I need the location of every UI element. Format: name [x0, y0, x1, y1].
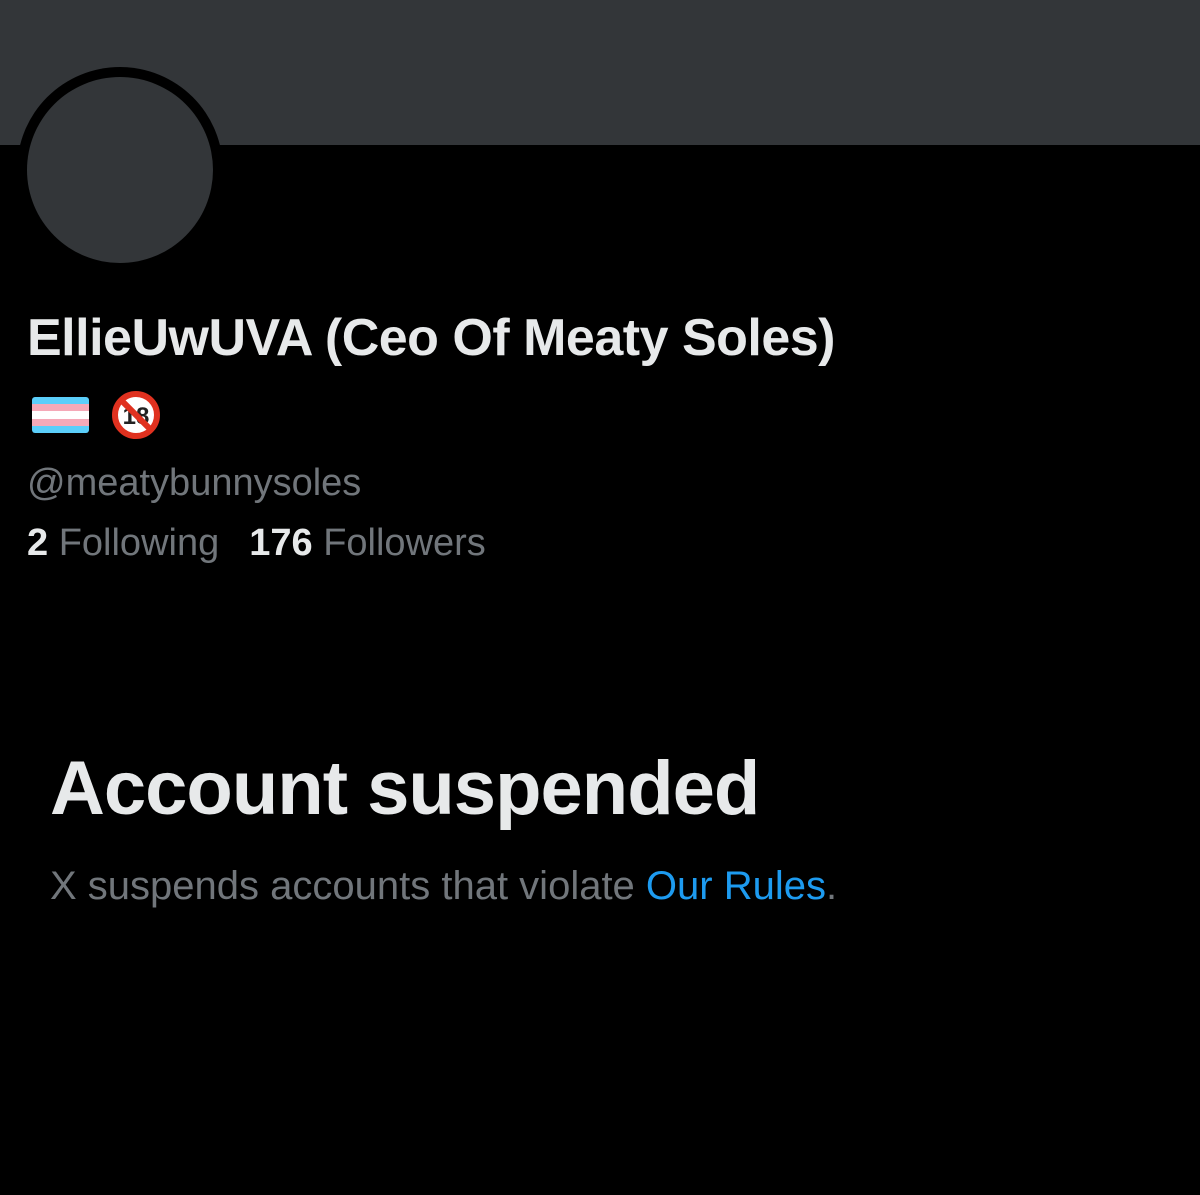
suspended-title: Account suspended [50, 746, 760, 831]
follow-stats: 2 Following 176 Followers [27, 522, 486, 565]
followers-count: 176 [249, 522, 313, 564]
following-count: 2 [27, 522, 49, 564]
following-label: Following [58, 522, 220, 564]
avatar[interactable] [27, 77, 213, 263]
no-one-under-eighteen-icon: 18 [112, 391, 160, 439]
followers-link[interactable]: 176 Followers [249, 522, 486, 565]
avatar-ring [17, 67, 223, 273]
suspended-message-text: X suspends accounts that violate [50, 864, 646, 908]
profile-handle: @meatybunnysoles [27, 462, 362, 504]
name-emojis: 18 [32, 390, 165, 440]
transgender-flag-icon [32, 397, 89, 433]
followers-label: Followers [323, 522, 486, 564]
our-rules-link[interactable]: Our Rules [646, 864, 826, 908]
suspended-message: X suspends accounts that violate Our Rul… [50, 864, 837, 909]
following-link[interactable]: 2 Following [27, 522, 219, 565]
suspended-message-period: . [825, 864, 838, 908]
display-name: EllieUwUVA (Ceo Of Meaty Soles) [27, 309, 836, 367]
